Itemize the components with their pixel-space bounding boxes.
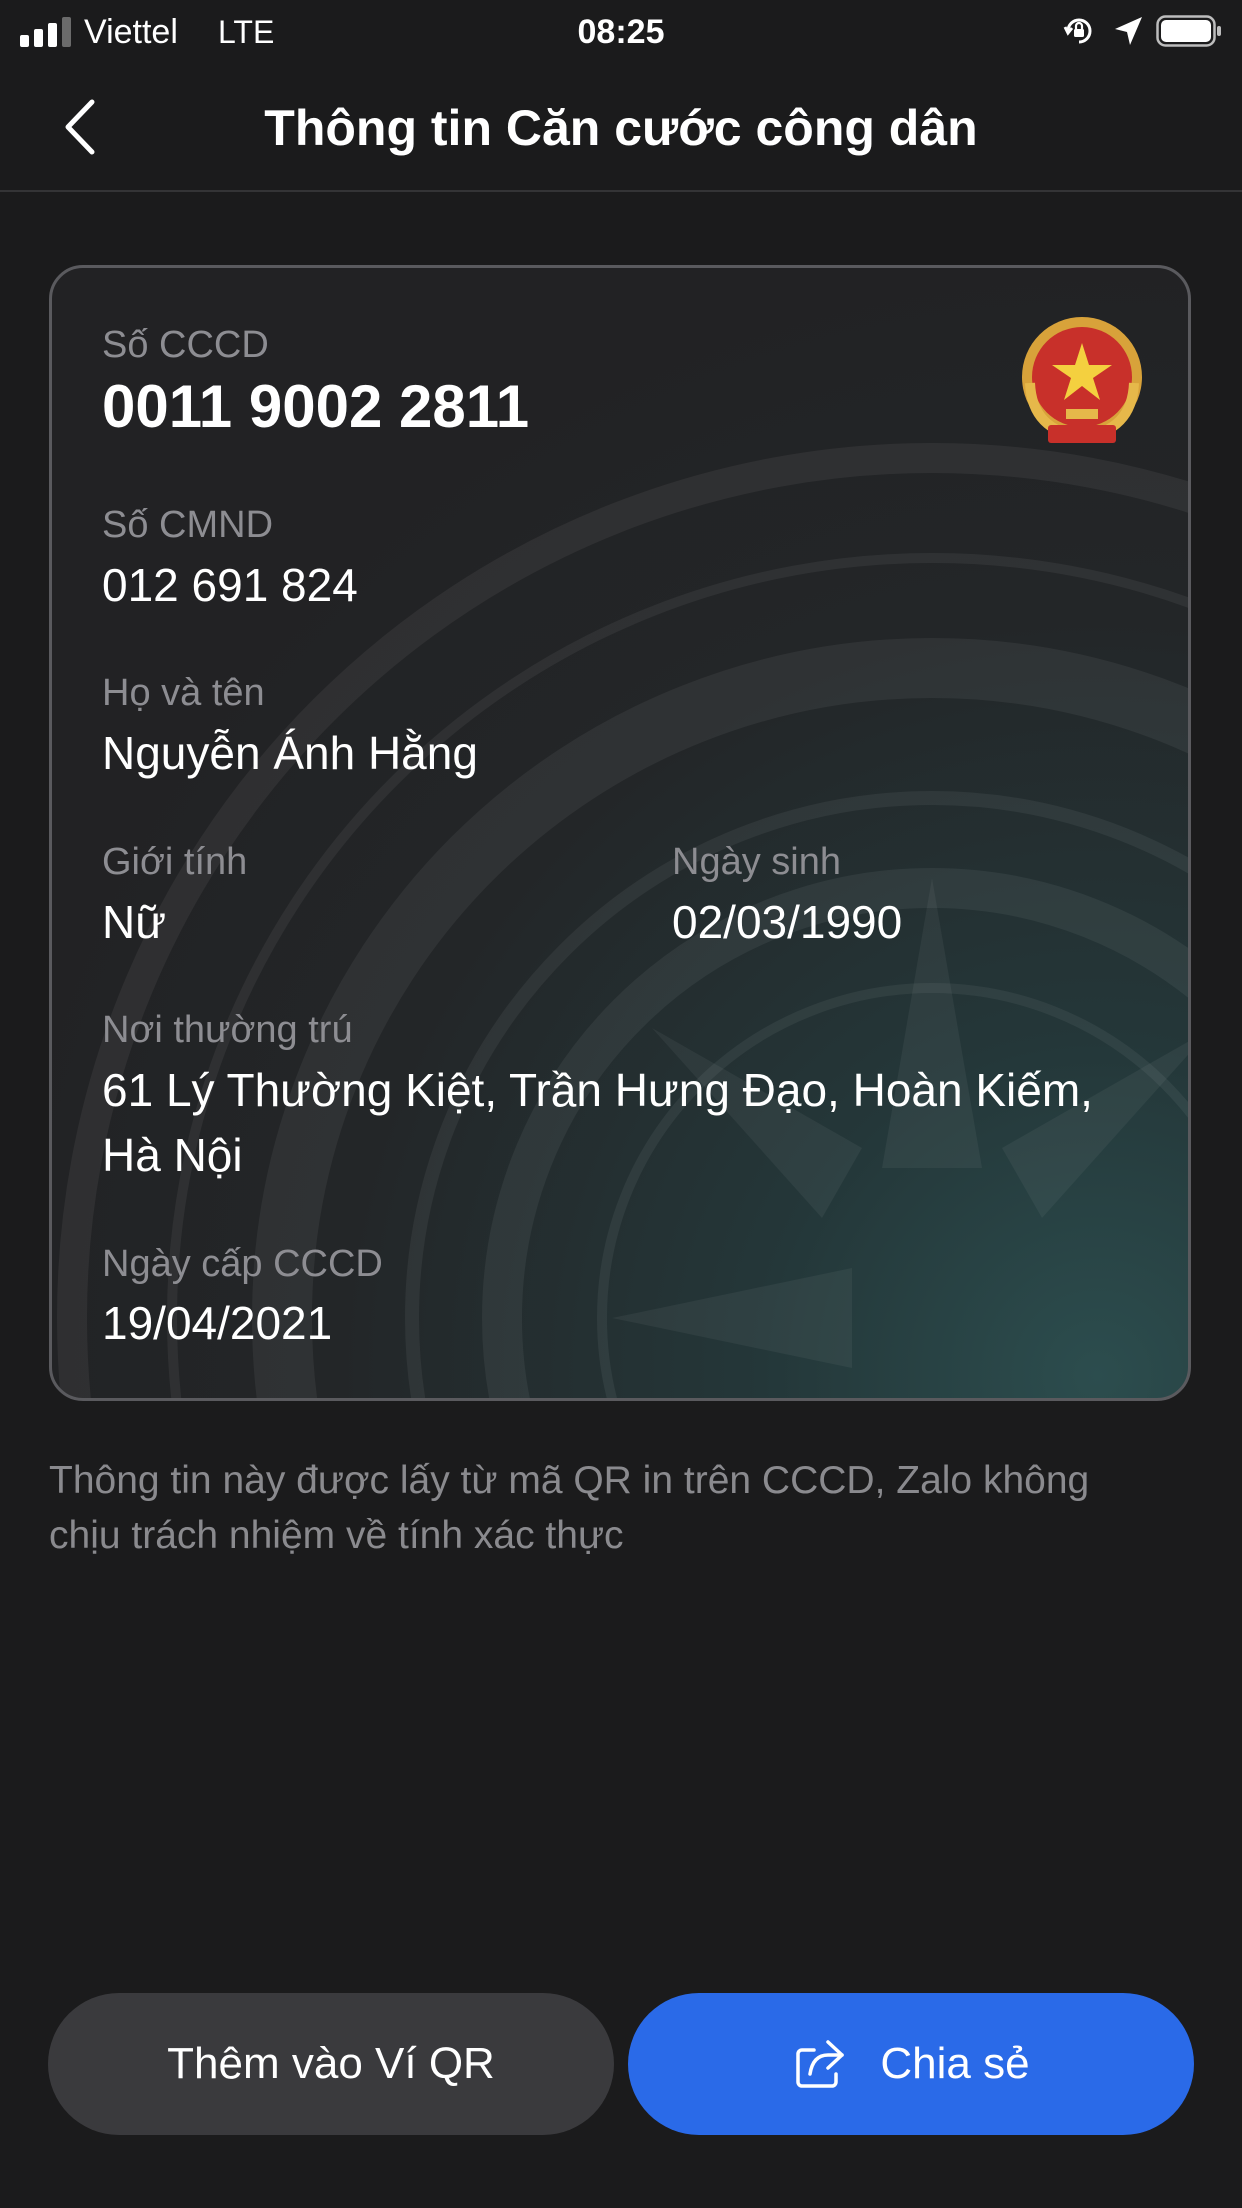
name-label: Họ và tên (102, 672, 265, 714)
address-value-line1: 61 Lý Thường Kiệt, Trần Hưng Đạo, Hoàn K… (102, 1064, 1093, 1116)
cmnd-label: Số CMND (102, 504, 274, 546)
navigation-bar: Thông tin Căn cước công dân (0, 64, 1242, 192)
gender-label: Giới tính (102, 841, 248, 883)
share-label: Chia sẻ (880, 2039, 1030, 2088)
page-title: Thông tin Căn cước công dân (264, 100, 978, 156)
add-to-qr-wallet-label: Thêm vào Ví QR (167, 2039, 495, 2088)
gender-value: Nữ (102, 896, 167, 948)
citizen-id-card: Số CCCD 0011 9002 2811 Số CMND 012 691 8… (49, 265, 1191, 1401)
cmnd-value: 012 691 824 (102, 559, 358, 611)
status-bar: Viettel LTE 08:25 (0, 0, 1242, 64)
name-value: Nguyễn Ánh Hằng (102, 727, 478, 779)
issue-date-label: Ngày cấp CCCD (102, 1243, 383, 1285)
status-time: 08:25 (577, 13, 665, 51)
address-label: Nơi thường trú (102, 1009, 353, 1051)
disclaimer-line-1: Thông tin này được lấy từ mã QR in trên … (49, 1459, 1090, 1502)
dob-value: 02/03/1990 (672, 896, 903, 948)
add-to-qr-wallet-button[interactable]: Thêm vào Ví QR (48, 1993, 614, 2135)
cccd-value: 0011 9002 2811 (102, 373, 530, 440)
national-emblem-icon (1022, 317, 1142, 443)
rotation-lock-icon (1063, 18, 1092, 44)
address-value-line2: Hà Nội (102, 1129, 243, 1181)
share-button[interactable]: Chia sẻ (628, 1993, 1194, 2135)
share-icon (796, 2040, 845, 2088)
cccd-label: Số CCCD (102, 324, 269, 366)
disclaimer-line-2: chịu trách nhiệm về tính xác thực (49, 1514, 624, 1557)
location-arrow-icon (1115, 17, 1142, 45)
issue-date-value: 19/04/2021 (102, 1297, 333, 1349)
dob-label: Ngày sinh (672, 841, 841, 883)
disclaimer-note: Thông tin này được lấy từ mã QR in trên … (49, 1453, 1199, 1563)
battery-icon (1156, 15, 1221, 47)
